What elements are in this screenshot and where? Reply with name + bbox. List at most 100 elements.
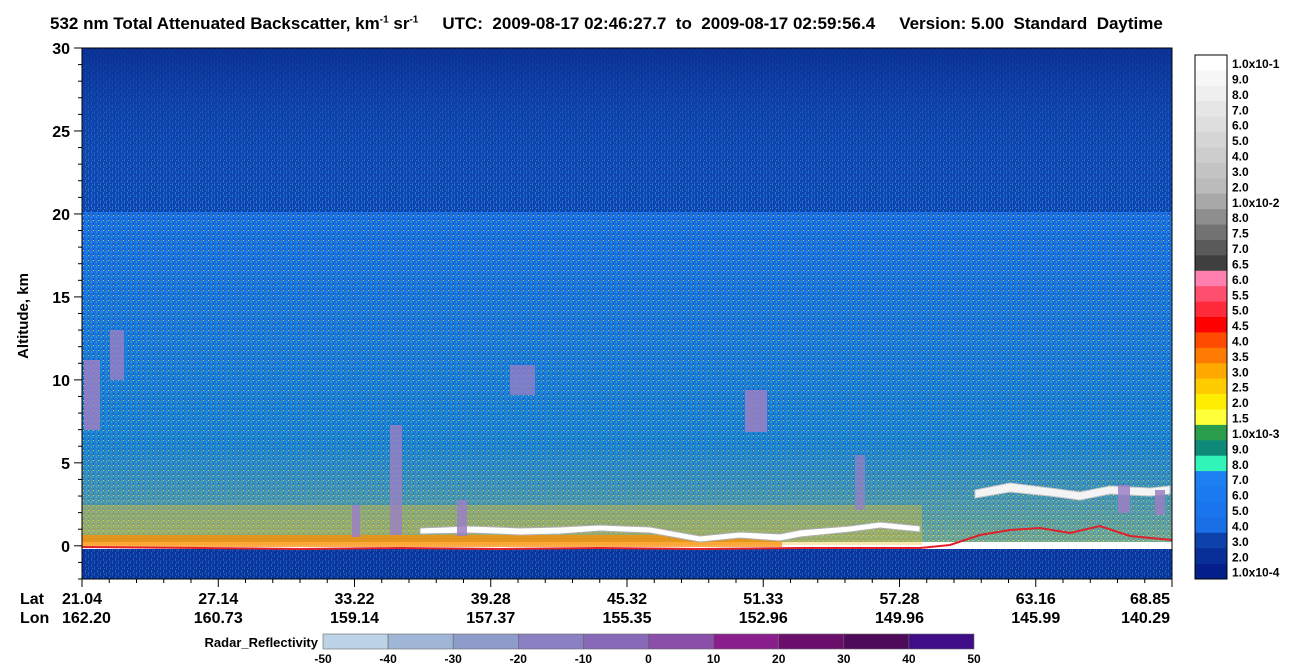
backscatter-colorbar-label: 3.0: [1232, 165, 1249, 179]
radar-colorbar-label: Radar_Reflectivity: [205, 635, 319, 650]
radar-colorbar: Radar_Reflectivity -50 -40 -30 -20 -10 0 10 20 3…: [205, 633, 981, 666]
radar-echo: [390, 425, 402, 535]
radar-colorbar-swatch: [908, 633, 975, 650]
y-axis-label: Altitude, km: [15, 273, 32, 359]
backscatter-colorbar-label: 1.0x10-4: [1232, 566, 1280, 580]
backscatter-colorbar-swatch: [1195, 455, 1227, 472]
radar-echo: [1118, 485, 1130, 513]
radar-colorbar-swatch: [583, 633, 649, 650]
backscatter-colorbar-label: 3.0: [1232, 365, 1249, 379]
backscatter-colorbar-swatch: [1195, 55, 1227, 71]
backscatter-colorbar-swatch: [1195, 332, 1227, 349]
backscatter-colorbar-label: 4.0: [1232, 519, 1249, 533]
lon-tick-label: 149.96: [875, 610, 924, 627]
backscatter-colorbar-label: 1.0x10-3: [1232, 427, 1280, 441]
y-tick-label: 0: [61, 539, 70, 556]
radar-colorbar-swatch: [322, 633, 389, 650]
backscatter-colorbar-label: 7.0: [1232, 103, 1249, 117]
lon-tick-label: 160.73: [194, 610, 243, 627]
radar-colorbar-tick: -10: [575, 652, 593, 666]
backscatter-colorbar-swatch: [1195, 394, 1227, 410]
lon-tick-label: 145.99: [1011, 610, 1060, 627]
backscatter-colorbar-swatch: [1195, 162, 1227, 179]
backscatter-chart: 302520151050 Altitude, km Lat Lon 21.041…: [15, 41, 1280, 666]
radar-colorbar-swatch: [517, 633, 584, 650]
plot-area: [81, 47, 1173, 580]
y-tick-label: 20: [52, 207, 70, 224]
y-axis: 30 25 20 15 10 5 0: [52, 41, 82, 580]
backscatter-colorbar-label: 4.0: [1232, 150, 1249, 164]
lon-tick-label: 155.35: [603, 610, 652, 627]
radar-echo: [352, 505, 360, 537]
lat-tick-label: 51.33: [743, 591, 783, 608]
backscatter-colorbar-swatch: [1195, 147, 1227, 164]
backscatter-colorbar-label: 3.0: [1232, 535, 1249, 549]
lat-axis-label: Lat: [20, 591, 45, 608]
backscatter-colorbar-label: 4.0: [1232, 335, 1249, 349]
below-surface-texture: [82, 549, 1172, 579]
radar-colorbar-swatch: [778, 633, 845, 650]
lat-tick-label: 63.16: [1016, 591, 1056, 608]
lon-tick-label: 140.29: [1121, 610, 1170, 627]
y-tick-label: 30: [52, 41, 70, 58]
radar-echo: [1155, 490, 1165, 515]
radar-colorbar-tick: -40: [379, 652, 397, 666]
backscatter-colorbar-label: 9.0: [1232, 442, 1249, 456]
lat-tick-label: 57.28: [879, 591, 919, 608]
backscatter-colorbar-swatch: [1195, 239, 1227, 256]
radar-colorbar-swatch: [648, 633, 714, 650]
lat-tick-label: 39.28: [471, 591, 511, 608]
backscatter-colorbar-swatch: [1195, 116, 1227, 133]
backscatter-colorbar-label: 2.0: [1232, 180, 1249, 194]
radar-colorbar-swatch: [713, 633, 779, 650]
backscatter-colorbar-label: 1.0x10-1: [1232, 57, 1280, 71]
backscatter-colorbar-swatch: [1195, 378, 1227, 395]
lon-tick-label: 162.20: [62, 610, 111, 627]
backscatter-colorbar-label: 2.0: [1232, 396, 1249, 410]
backscatter-colorbar-label: 8.0: [1232, 458, 1249, 472]
backscatter-colorbar-label: 5.0: [1232, 134, 1249, 148]
backscatter-colorbar-label: 3.5: [1232, 350, 1249, 364]
upper-atmosphere-fade: [82, 48, 1172, 212]
backscatter-colorbar-label: 2.5: [1232, 381, 1249, 395]
lat-tick-label: 68.85: [1130, 591, 1170, 608]
backscatter-colorbar-label: 6.0: [1232, 119, 1249, 133]
radar-colorbar-swatch: [843, 633, 910, 650]
backscatter-colorbar-swatch: [1195, 424, 1227, 441]
backscatter-colorbar-label: 6.0: [1232, 273, 1249, 287]
backscatter-colorbar-swatch: [1195, 70, 1227, 87]
radar-colorbar-tick: -50: [314, 652, 332, 666]
backscatter-colorbar-swatch: [1195, 486, 1227, 503]
backscatter-colorbar-label: 1.5: [1232, 412, 1249, 426]
backscatter-colorbar-label: 8.0: [1232, 211, 1249, 225]
backscatter-colorbar-label: 9.0: [1232, 73, 1249, 87]
backscatter-colorbar-swatch: [1195, 471, 1227, 487]
radar-colorbar-tick: -20: [510, 652, 528, 666]
radar-colorbar-tick: 50: [967, 652, 981, 666]
backscatter-colorbar-swatch: [1195, 440, 1227, 457]
radar-colorbar-tick: 30: [837, 652, 851, 666]
radar-echo: [84, 360, 100, 430]
radar-colorbar-swatch: [387, 633, 454, 650]
backscatter-colorbar-swatch: [1195, 224, 1227, 241]
backscatter-colorbar-label: 5.0: [1232, 304, 1249, 318]
lat-tick-label: 27.14: [198, 591, 238, 608]
backscatter-colorbar-swatch: [1195, 501, 1227, 518]
lon-axis-label: Lon: [20, 610, 49, 627]
backscatter-colorbar-label: 5.0: [1232, 504, 1249, 518]
backscatter-colorbar-swatch: [1195, 101, 1227, 117]
radar-echo: [510, 365, 535, 395]
radar-colorbar-tick: 20: [772, 652, 786, 666]
lat-tick-label: 45.32: [607, 591, 647, 608]
backscatter-colorbar-label: 6.5: [1232, 257, 1249, 271]
radar-colorbar-tick: 10: [707, 652, 721, 666]
backscatter-colorbar-swatch: [1195, 409, 1227, 426]
backscatter-colorbar-label: 6.0: [1232, 489, 1249, 503]
lon-tick-label: 152.96: [739, 610, 788, 627]
backscatter-colorbar-swatch: [1195, 347, 1227, 364]
backscatter-colorbar-swatch: [1195, 209, 1227, 225]
lat-tick-label: 33.22: [334, 591, 374, 608]
backscatter-colorbar-swatch: [1195, 317, 1227, 333]
lon-tick-label: 159.14: [330, 610, 379, 627]
radar-echo: [457, 500, 467, 536]
